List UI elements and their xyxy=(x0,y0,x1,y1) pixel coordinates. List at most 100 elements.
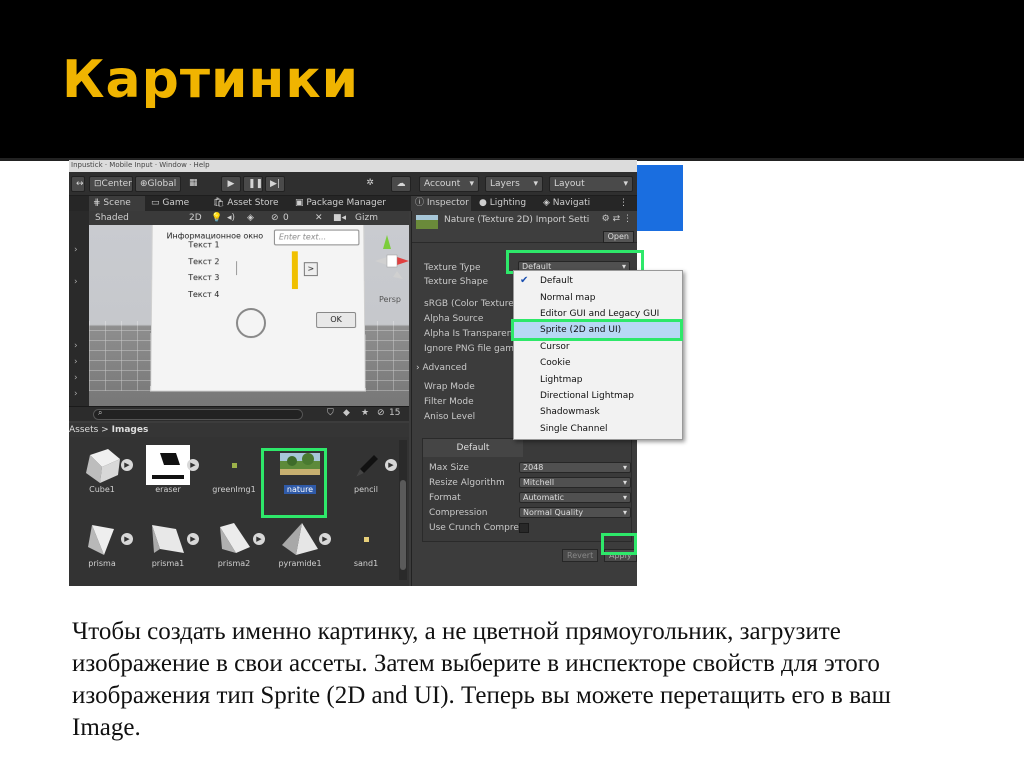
arrow-button[interactable]: > xyxy=(303,262,318,277)
tools-icon[interactable]: ✕ xyxy=(315,211,323,225)
tab-menu-icon[interactable]: ⋮ xyxy=(615,196,637,211)
inspector-title: Nature (Texture 2D) Import Setti xyxy=(444,215,590,225)
asset-label: greenImg1 xyxy=(212,485,256,494)
effects-icon[interactable]: ◈ xyxy=(247,211,254,225)
expand-arrow-icon[interactable]: › xyxy=(74,245,84,255)
dd-item-cookie[interactable]: Cookie xyxy=(514,355,682,371)
scrollbar-thumb[interactable] xyxy=(400,480,406,570)
play-preview-icon[interactable]: ▶ xyxy=(187,533,199,545)
dd-item-shadowmask[interactable]: Shadowmask xyxy=(514,404,682,420)
prisma1-thumbnail-icon xyxy=(152,525,184,553)
tab-inspector-label: Inspector xyxy=(426,198,469,208)
breadcrumb-assets[interactable]: Assets xyxy=(69,425,98,435)
global-button[interactable]: ⊕Global xyxy=(135,176,181,192)
text-input[interactable]: Enter text... xyxy=(273,229,360,246)
dd-item-lightmap[interactable]: Lightmap xyxy=(514,372,682,388)
filter-label-icon[interactable]: ◆ xyxy=(343,408,350,418)
open-button[interactable]: Open xyxy=(602,231,634,243)
hidden-packages-icon[interactable]: ⊘ xyxy=(377,408,385,418)
play-preview-icon[interactable]: ▶ xyxy=(319,533,331,545)
crunch-compression-checkbox[interactable] xyxy=(519,523,529,533)
texture-type-label: Texture Type xyxy=(424,263,481,273)
favorite-icon[interactable]: ★ xyxy=(361,408,369,418)
tab-scene[interactable]: ⋕ Scene xyxy=(89,196,145,211)
layers-dropdown[interactable]: Layers xyxy=(485,176,543,192)
tab-inspector[interactable]: ⓘ Inspector xyxy=(411,196,471,211)
asset-prisma1[interactable]: ▶ prisma1 xyxy=(135,511,201,573)
expand-arrow-icon[interactable]: › xyxy=(74,389,84,399)
play-preview-icon[interactable]: ▶ xyxy=(121,533,133,545)
eraser-thumbnail-icon xyxy=(146,445,190,485)
grid-icon[interactable]: ▦ xyxy=(189,176,199,192)
breadcrumb-images[interactable]: Images xyxy=(112,425,149,435)
ui-info-window[interactable]: Информационное окно Enter text... Текст … xyxy=(150,225,366,392)
play-preview-icon[interactable]: ▶ xyxy=(253,533,265,545)
audio-icon[interactable]: ◂) xyxy=(227,211,235,225)
asset-pencil[interactable]: ▶ pencil xyxy=(333,437,399,499)
ok-button[interactable]: OK xyxy=(316,311,357,329)
asset-prisma2[interactable]: ▶ prisma2 xyxy=(201,511,267,573)
sprite-option-highlight xyxy=(511,319,683,341)
dd-item-normal-map[interactable]: Normal map xyxy=(514,290,682,306)
play-preview-icon[interactable]: ▶ xyxy=(385,459,397,471)
project-search-input[interactable]: ⌕ xyxy=(93,408,303,420)
asset-label: pencil xyxy=(354,485,378,494)
scene-orientation-gizmo[interactable] xyxy=(375,231,409,291)
pause-button[interactable]: ❚❚ xyxy=(243,176,263,192)
expand-arrow-icon[interactable]: › xyxy=(74,277,84,287)
tab-lighting[interactable]: ● Lighting xyxy=(475,196,537,211)
account-dropdown[interactable]: Account xyxy=(419,176,479,192)
max-size-dropdown[interactable]: 2048 xyxy=(519,462,631,473)
hand-tool-icon[interactable]: ↔ xyxy=(71,176,85,192)
asset-eraser[interactable]: ▶ eraser xyxy=(135,437,201,499)
compression-dropdown[interactable]: Normal Quality xyxy=(519,507,631,518)
hidden-count: 0 xyxy=(283,213,289,223)
tab-package-manager[interactable]: ▣ Package Manager xyxy=(291,196,409,211)
advanced-foldout[interactable]: › Advanced xyxy=(416,363,467,373)
expand-arrow-icon[interactable]: › xyxy=(74,341,84,351)
shading-mode-dropdown[interactable]: Shaded xyxy=(95,211,129,225)
play-preview-icon[interactable]: ▶ xyxy=(121,459,133,471)
asset-scrollbar[interactable] xyxy=(399,440,407,580)
step-button[interactable]: ▶| xyxy=(265,176,285,192)
camera-icon[interactable]: ■◂ xyxy=(333,211,346,225)
dd-item-cursor[interactable]: Cursor xyxy=(514,339,682,355)
layout-dropdown[interactable]: Layout xyxy=(549,176,633,192)
tab-navigation[interactable]: ◈ Navigati xyxy=(539,196,609,211)
globe-icon: ⊕ xyxy=(140,179,148,189)
tab-asset-store[interactable]: 🛍 Asset Store xyxy=(209,196,289,211)
cloud-icon[interactable]: ☁ xyxy=(391,176,411,192)
filter-type-icon[interactable]: ⛉ xyxy=(327,408,334,418)
asset-pyramide1[interactable]: ▶ pyramide1 xyxy=(267,511,333,573)
platform-tab-default[interactable]: Default xyxy=(423,439,523,457)
asset-prisma[interactable]: ▶ prisma xyxy=(69,511,135,573)
resize-algorithm-dropdown[interactable]: Mitchell xyxy=(519,477,631,488)
dd-item-single-channel[interactable]: Single Channel xyxy=(514,421,682,437)
inspector-settings-icon[interactable]: ⚙ ⇄ ⋮ xyxy=(602,214,632,224)
hidden-objects-icon[interactable]: ⊘ xyxy=(271,211,279,225)
scene-viewport[interactable]: Информационное окно Enter text... Текст … xyxy=(89,225,409,406)
revert-button[interactable]: Revert xyxy=(562,549,599,562)
pivot-center-button[interactable]: ⊡Center xyxy=(89,176,133,192)
format-dropdown[interactable]: Automatic xyxy=(519,492,631,503)
compression-label: Compression xyxy=(429,508,488,518)
background-window-edge xyxy=(637,165,683,231)
resize-algorithm-label: Resize Algorithm xyxy=(429,478,505,488)
play-button[interactable]: ▶ xyxy=(221,176,241,192)
collab-icon[interactable]: ✲ xyxy=(361,176,379,192)
expand-arrow-icon[interactable]: › xyxy=(74,357,84,367)
light-icon[interactable]: 💡 xyxy=(211,211,222,225)
srgb-label: sRGB (Color Texture) xyxy=(424,299,518,309)
asset-cube1[interactable]: ▶ Cube1 xyxy=(69,437,135,499)
expand-arrow-icon[interactable]: › xyxy=(74,373,84,383)
mode-2d-button[interactable]: 2D xyxy=(189,211,202,225)
text-item-3: Текст 3 xyxy=(188,273,220,283)
asset-sand1[interactable]: sand1 xyxy=(333,511,399,573)
dd-item-default[interactable]: ✔ Default xyxy=(514,273,682,289)
gizmos-dropdown[interactable]: Gizm xyxy=(355,211,378,225)
tab-game[interactable]: ▭ Game xyxy=(147,196,201,211)
slide-caption: Чтобы создать именно картинку, а не цвет… xyxy=(72,618,891,741)
dd-item-directional-lightmap[interactable]: Directional Lightmap xyxy=(514,388,682,404)
asset-greenimg1[interactable]: greenImg1 xyxy=(201,437,267,499)
play-preview-icon[interactable]: ▶ xyxy=(187,459,199,471)
